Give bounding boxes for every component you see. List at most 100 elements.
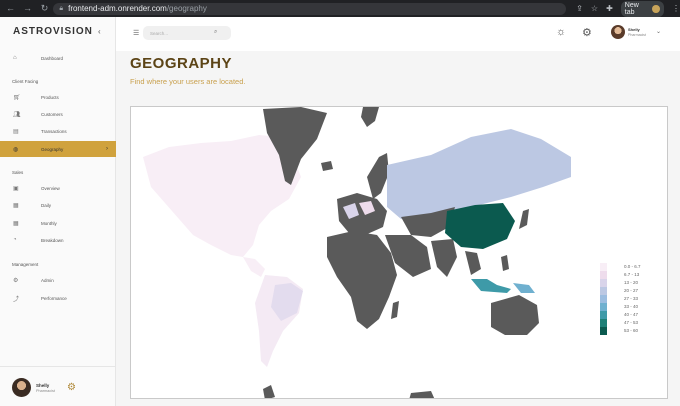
legend-label: 0.0 - 6.7	[624, 264, 641, 269]
legend-label: 20 - 27	[624, 288, 639, 293]
sidebar-item-admin[interactable]: ⚙︎ Admin	[0, 273, 116, 287]
sidebar-item-monthly[interactable]: ▦ Monthly	[0, 216, 116, 230]
more-icon[interactable]: ⋮	[672, 4, 680, 13]
legend-item: 53 - 60	[600, 327, 660, 335]
sidebar-item-products[interactable]: 🛒︎ Products	[0, 90, 116, 104]
user-role: Pharmacist	[628, 33, 646, 37]
sidebar-item-geography[interactable]: ◍ Geography ›	[0, 141, 116, 157]
sidebar-item-transactions[interactable]: ▤ Transactions	[0, 124, 116, 138]
profile-role: Pharmacist	[36, 388, 55, 393]
sidebar-item-label: Products	[41, 94, 59, 100]
sidebar-item-label: Geography	[41, 146, 64, 152]
sidebar-item-daily[interactable]: ▦ Daily	[0, 198, 116, 212]
gear-icon[interactable]: ⚙︎	[582, 26, 592, 39]
choropleth-svg	[143, 107, 571, 398]
legend-swatch	[600, 295, 607, 303]
receipt-icon: ▤	[13, 128, 19, 135]
avatar[interactable]	[611, 25, 625, 39]
reload-icon[interactable]: ↻	[40, 3, 49, 14]
legend-label: 6.7 - 13	[624, 272, 640, 277]
sidebar-item-label: Transactions	[41, 128, 67, 134]
region-japan	[519, 209, 529, 229]
extensions-icon[interactable]: ✚	[606, 4, 613, 13]
sidebar-item-label: Admin	[41, 277, 54, 283]
profile-name: Shelly	[36, 382, 50, 388]
legend-item: 40 - 47	[600, 311, 660, 319]
legend-swatch	[600, 279, 607, 287]
star-icon[interactable]: ☆	[591, 4, 598, 13]
sidebar-item-label: Dashboard	[41, 55, 64, 61]
page-subtitle: Find where your users are located.	[130, 77, 246, 86]
browser-toolbar: ← → ↻ 🔒︎ frontend-adm.onrender.com/geogr…	[0, 0, 680, 17]
legend-item: 27 - 33	[600, 295, 660, 303]
address-bar[interactable]: 🔒︎ frontend-adm.onrender.com/geography	[53, 2, 567, 15]
region-southeast-asia	[465, 251, 481, 275]
section-sales: Sales	[12, 170, 24, 175]
region-india	[431, 239, 457, 277]
users-icon: 👥︎	[13, 111, 21, 118]
cart-icon: 🛒︎	[13, 94, 21, 101]
region-europe	[337, 193, 387, 235]
share-icon[interactable]: ⇪	[576, 4, 583, 13]
legend-swatch	[600, 263, 607, 271]
sidebar-item-performance[interactable]: ⤴ Performance	[0, 291, 116, 305]
home-icon: ⌂	[13, 55, 17, 61]
legend-item: 13 - 20	[600, 279, 660, 287]
sidebar-item-label: Customers	[41, 111, 63, 117]
legend-label: 33 - 40	[624, 304, 639, 309]
legend-label: 13 - 20	[624, 280, 639, 285]
sidebar-item-label: Daily	[41, 202, 52, 208]
user-name: Shelly	[628, 27, 640, 32]
forward-icon[interactable]: →	[23, 3, 32, 14]
search-input[interactable]	[143, 26, 231, 40]
world-map[interactable]	[130, 106, 668, 399]
region-central-america	[243, 257, 265, 277]
section-client-facing: Client Facing	[12, 79, 39, 84]
sidebar-item-label: Overview	[41, 185, 60, 191]
region-indonesia	[471, 279, 511, 293]
chevron-right-icon: ›	[106, 146, 108, 152]
section-management: Management	[12, 262, 39, 267]
legend-label: 27 - 33	[624, 296, 639, 301]
sidebar: ASTROVISION ‹ Client Facing Sales Manage…	[0, 17, 116, 406]
region-china	[445, 203, 515, 249]
legend-label: 47 - 53	[624, 320, 639, 325]
sun-icon[interactable]: ☼	[556, 26, 566, 38]
region-iceland	[321, 161, 333, 171]
avatar	[12, 378, 31, 397]
settings-gear-icon[interactable]: ⚙︎	[67, 382, 76, 393]
chevron-down-icon[interactable]: ⌄	[656, 28, 661, 35]
sidebar-item-customers[interactable]: 👥︎ Customers	[0, 107, 116, 121]
legend-label: 40 - 47	[624, 312, 639, 317]
new-tab-button[interactable]: New tab	[620, 0, 664, 17]
legend-swatch	[600, 303, 607, 311]
legend-swatch	[600, 311, 607, 319]
legend-swatch	[600, 319, 607, 327]
region-north-america	[143, 135, 301, 257]
page-title: GEOGRAPHY	[130, 55, 233, 72]
url-path: /geography	[166, 4, 207, 13]
legend-item: 47 - 53	[600, 319, 660, 327]
new-tab-label: New tab	[624, 1, 639, 16]
admin-icon: ⚙︎	[13, 277, 19, 284]
trend-icon: ⤴	[13, 296, 20, 303]
sidebar-item-label: Breakdown	[41, 237, 64, 243]
chevron-left-icon[interactable]: ‹	[98, 27, 101, 36]
sidebar-item-overview[interactable]: ▣ Overview	[0, 181, 116, 195]
region-scandinavia	[367, 153, 389, 199]
sidebar-profile: Shelly Pharmacist ⚙︎	[12, 378, 76, 397]
legend-item: 33 - 40	[600, 303, 660, 311]
menu-icon[interactable]: ☰	[133, 29, 139, 37]
legend-item: 20 - 27	[600, 287, 660, 295]
pie-chart-icon: ◔	[13, 237, 17, 243]
sidebar-item-label: Monthly	[41, 220, 57, 226]
globe-icon: ◍	[13, 146, 19, 153]
overview-icon: ▣	[13, 185, 19, 192]
legend-item: 0.0 - 6.7	[600, 263, 660, 271]
brand-logo: ASTROVISION	[13, 26, 93, 37]
sidebar-item-breakdown[interactable]: ◔ Breakdown	[0, 233, 116, 247]
lock-icon: 🔒︎	[59, 4, 64, 12]
back-icon[interactable]: ←	[6, 3, 15, 14]
search-icon[interactable]: ⌕	[214, 29, 217, 36]
sidebar-item-dashboard[interactable]: ⌂ Dashboard	[0, 51, 116, 65]
